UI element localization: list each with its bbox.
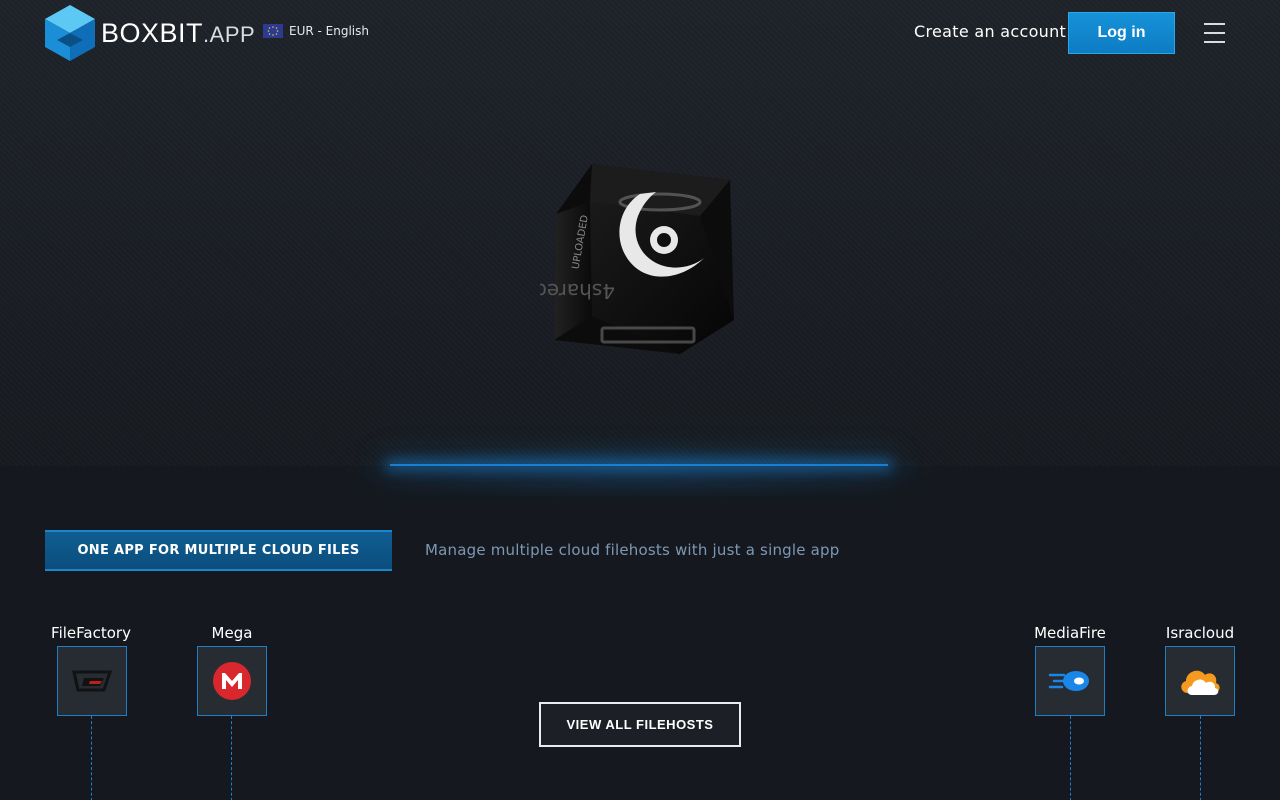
mediafire-logo-icon [1048, 671, 1089, 691]
view-all-filehosts-button[interactable]: VIEW ALL FILEHOSTS [539, 702, 741, 747]
filehost-connector-line [1070, 716, 1071, 800]
filehost-connector-line [1200, 716, 1201, 800]
filehost-mediafire-button[interactable] [1035, 646, 1105, 716]
eu-flag-icon [263, 24, 283, 38]
logo-brand: BOXBIT [101, 17, 204, 48]
filehost-isracloud-button[interactable] [1165, 646, 1235, 716]
boxbit-logo[interactable]: BOXBIT .APP [45, 5, 255, 61]
filehost-name: Mega [211, 624, 253, 642]
currency-label: EUR - English [289, 24, 369, 38]
filefactory-logo-icon [72, 670, 113, 692]
hamburger-menu-icon[interactable] [1204, 22, 1226, 44]
logo-suffix: .APP [203, 21, 256, 47]
svg-text:4shared: 4shared [540, 279, 615, 303]
feature-tag: ONE APP FOR MULTIPLE CLOUD FILES [45, 530, 392, 571]
filehost-name: FileFactory [51, 624, 131, 642]
filehost-filefactory-button[interactable] [57, 646, 127, 716]
boxbit-cube-logo-icon [45, 5, 95, 61]
filehost-mega-button[interactable] [197, 646, 267, 716]
hero-section: 4shared UPLOADED [0, 0, 1280, 466]
create-account-link[interactable]: Create an account [914, 22, 1066, 41]
filehost-connector-line [91, 716, 92, 800]
filehost-name: MediaFire [1034, 624, 1106, 642]
isracloud-logo-icon [1181, 670, 1220, 695]
hero-divider-line [390, 464, 888, 466]
filehost-cube-illustration: 4shared UPLOADED [540, 164, 734, 354]
logo-wordmark: BOXBIT .APP [101, 18, 255, 49]
mega-logo-icon [213, 662, 251, 700]
feature-description: Manage multiple cloud filehosts with jus… [425, 541, 840, 559]
filehost-connector-line [231, 716, 232, 800]
filehost-name: Isracloud [1165, 624, 1235, 642]
login-button[interactable]: Log in [1068, 12, 1175, 54]
currency-language-selector[interactable]: EUR - English [263, 24, 369, 38]
site-header: BOXBIT .APP EUR - English Create an accou… [0, 0, 1280, 68]
